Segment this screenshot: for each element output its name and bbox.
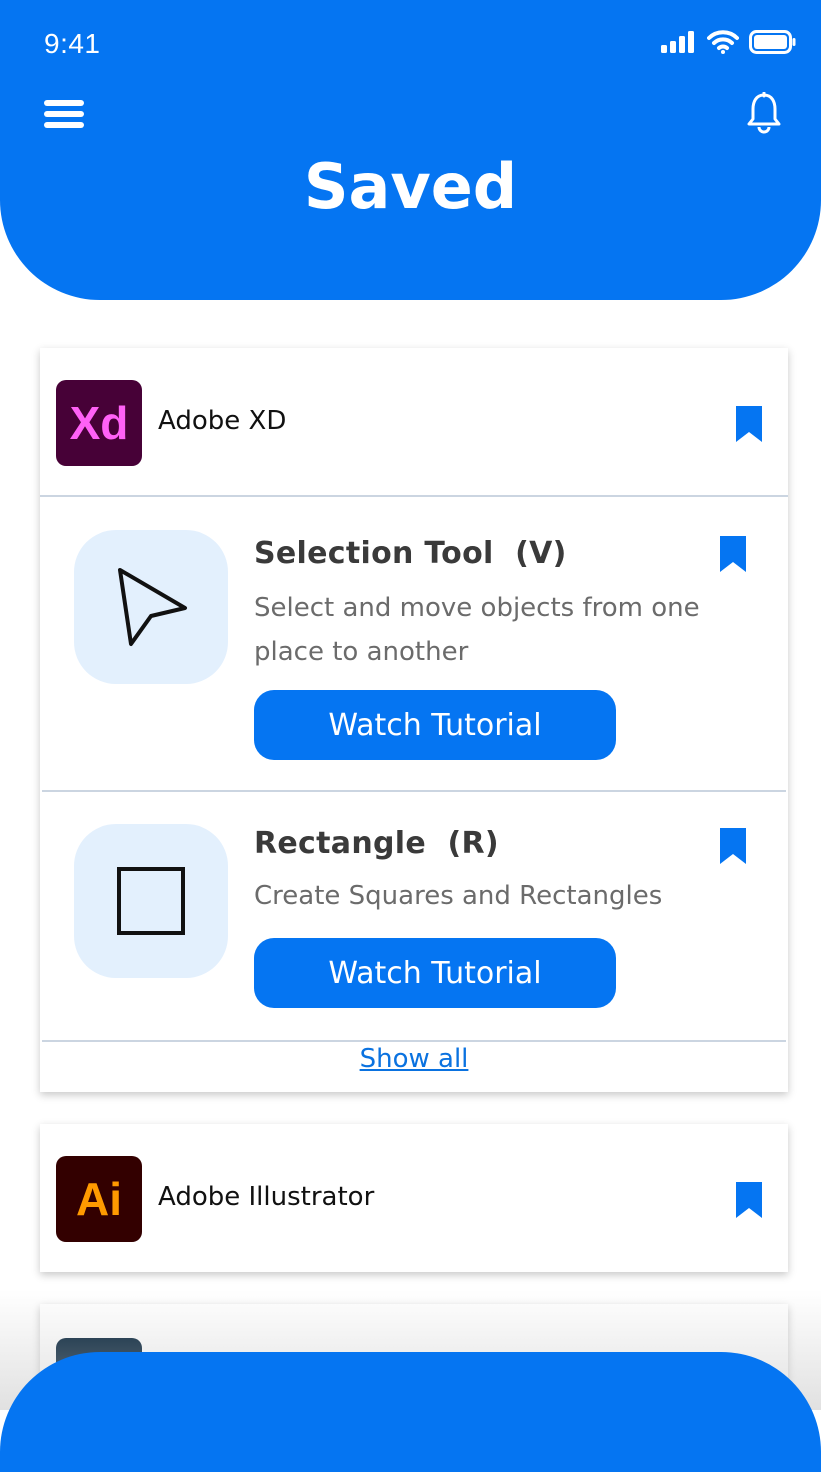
tool-title: Rectangle (R) xyxy=(254,826,499,861)
watch-tutorial-button[interactable]: Watch Tutorial xyxy=(254,938,616,1008)
wifi-icon xyxy=(707,30,739,54)
adobe-illustrator-logo: Ai xyxy=(56,1156,142,1242)
tool-title: Selection Tool (V) xyxy=(254,536,567,571)
bookmark-icon[interactable] xyxy=(720,828,746,864)
tool-item-rectangle: Rectangle (R) Create Squares and Rectang… xyxy=(40,792,788,1040)
battery-icon xyxy=(749,30,796,54)
status-time: 9:41 xyxy=(44,28,101,59)
cursor-arrow-icon xyxy=(118,568,187,646)
status-icons xyxy=(661,30,797,54)
bookmark-icon[interactable] xyxy=(720,536,746,572)
adobe-xd-logo: Xd xyxy=(56,380,142,466)
bottom-nav-bar xyxy=(0,1352,821,1472)
app-name: Adobe XD xyxy=(158,406,287,436)
rectangle-icon xyxy=(117,867,185,935)
bell-icon[interactable] xyxy=(747,92,781,134)
divider xyxy=(42,1040,786,1042)
header: 9:41 Saved xyxy=(0,0,821,300)
divider xyxy=(40,495,788,497)
tool-item-selection: Selection Tool (V) Select and move objec… xyxy=(40,498,788,790)
app-name: Adobe Illustrator xyxy=(158,1182,375,1212)
app-header-row[interactable]: Xd Adobe XD xyxy=(40,348,788,496)
watch-tutorial-button[interactable]: Watch Tutorial xyxy=(254,690,616,760)
tool-description: Select and move objects from one place t… xyxy=(254,593,700,667)
tool-description: Create Squares and Rectangles xyxy=(254,881,663,911)
app-card-adobe-illustrator: Ai Adobe Illustrator xyxy=(40,1124,788,1272)
tool-icon-box xyxy=(74,530,228,684)
tool-icon-box xyxy=(74,824,228,978)
app-card-adobe-xd: Xd Adobe XD Selection Tool (V) Select an… xyxy=(40,348,788,1092)
menu-icon[interactable] xyxy=(44,100,84,130)
bookmark-icon[interactable] xyxy=(736,406,762,442)
bookmark-icon[interactable] xyxy=(736,1182,762,1218)
signal-icon xyxy=(661,31,694,53)
page-title: Saved xyxy=(303,150,518,223)
app-header-row[interactable]: Ai Adobe Illustrator xyxy=(40,1124,788,1272)
show-all-link[interactable]: Show all xyxy=(40,1044,788,1074)
